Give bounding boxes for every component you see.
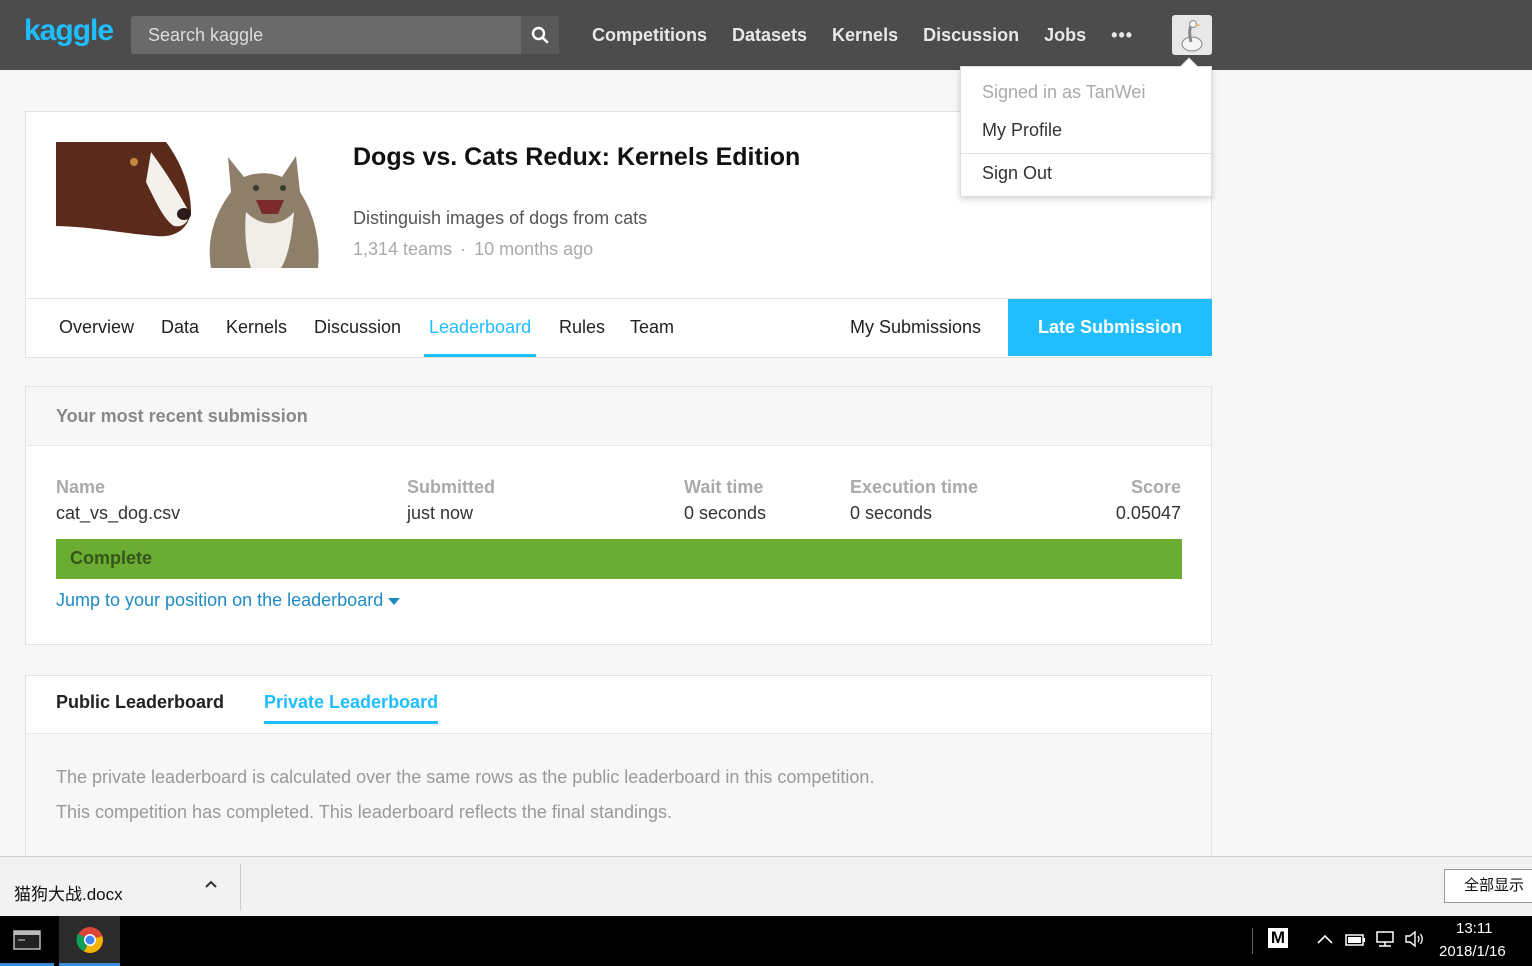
- download-bar: 猫狗大战.docx 全部显示: [0, 856, 1532, 916]
- competition-tabs: Overview Data Kernels Discussion Leaderb…: [26, 298, 1212, 357]
- top-navbar: kaggle Competitions Datasets Kernels Dis…: [0, 0, 1532, 70]
- jump-to-position-link[interactable]: Jump to your position on the leaderboard: [56, 590, 401, 611]
- recent-submission-card: Your most recent submission Name cat_vs_…: [25, 386, 1212, 645]
- tab-team[interactable]: Team: [630, 299, 674, 357]
- tab-rules[interactable]: Rules: [559, 299, 605, 357]
- tab-kernels[interactable]: Kernels: [226, 299, 287, 357]
- wait-time-header: Wait time: [684, 477, 764, 497]
- tab-data[interactable]: Data: [161, 299, 199, 357]
- kaggle-logo[interactable]: kaggle: [24, 14, 114, 48]
- tab-private-leaderboard[interactable]: Private Leaderboard: [264, 692, 439, 724]
- terminal-icon: [13, 929, 41, 950]
- submission-header: Your most recent submission: [26, 387, 1211, 446]
- taskbar-chrome[interactable]: [59, 916, 120, 966]
- file-name: cat_vs_dog.csv: [56, 503, 181, 523]
- score-header: Score: [1130, 477, 1181, 497]
- nav-discussion[interactable]: Discussion: [923, 25, 1019, 46]
- nav-competitions[interactable]: Competitions: [592, 25, 707, 46]
- nav-datasets[interactable]: Datasets: [732, 25, 807, 46]
- more-menu-icon[interactable]: •••: [1111, 25, 1133, 46]
- submission-heading: Your most recent submission: [56, 406, 308, 426]
- search-box: [131, 16, 559, 54]
- signed-in-label: Signed in as TanWei: [982, 82, 1146, 102]
- leaderboard-tabs: Public Leaderboard Private Leaderboard: [26, 676, 1211, 734]
- wait-time-value: 0 seconds: [684, 503, 767, 523]
- sign-out-link[interactable]: Sign Out: [982, 163, 1052, 184]
- caret-down-icon: [388, 597, 401, 605]
- tray-divider: [1252, 928, 1253, 954]
- battery-icon[interactable]: [1344, 930, 1366, 948]
- tab-leaderboard[interactable]: Leaderboard: [424, 299, 537, 357]
- chrome-icon: [75, 926, 103, 953]
- competition-thumbnail: [56, 142, 321, 268]
- nav-jobs[interactable]: Jobs: [1044, 25, 1086, 46]
- downloaded-file[interactable]: 猫狗大战.docx: [14, 880, 123, 905]
- clock-time[interactable]: 13:11: [1456, 920, 1492, 937]
- search-input[interactable]: [131, 16, 521, 54]
- chevron-up-tray-icon[interactable]: [1316, 930, 1334, 948]
- tab-discussion[interactable]: Discussion: [314, 299, 401, 357]
- taskbar-terminal[interactable]: [0, 916, 54, 966]
- competition-age: 10 months ago: [474, 239, 594, 259]
- chevron-up-icon[interactable]: [204, 877, 218, 891]
- leaderboard-info-line: The private leaderboard is calculated ov…: [56, 767, 875, 787]
- os-taskbar: M 13:11 2018/1/16: [0, 916, 1532, 966]
- name-header: Name: [56, 477, 106, 497]
- my-submissions-link[interactable]: My Submissions: [850, 299, 981, 357]
- show-all-button[interactable]: 全部显示: [1444, 869, 1532, 903]
- volume-icon[interactable]: [1404, 930, 1426, 948]
- competition-meta: 1,314 teams · 10 months ago: [353, 239, 593, 260]
- leaderboard-card: Public Leaderboard Private Leaderboard T…: [25, 675, 1212, 875]
- nav-kernels[interactable]: Kernels: [832, 25, 898, 46]
- search-button[interactable]: [521, 16, 559, 54]
- download-divider: [240, 864, 241, 910]
- late-submission-button[interactable]: Late Submission: [1008, 299, 1212, 356]
- execution-time-header: Execution time: [850, 477, 979, 497]
- score-value: 0.05047: [1115, 503, 1181, 523]
- execution-time-value: 0 seconds: [850, 503, 933, 523]
- network-icon[interactable]: [1374, 930, 1396, 948]
- status-label: Complete: [70, 548, 153, 568]
- user-avatar[interactable]: [1172, 15, 1212, 55]
- main-nav: Competitions Datasets Kernels Discussion…: [592, 0, 1133, 70]
- competition-title: Dogs vs. Cats Redux: Kernels Edition: [353, 143, 801, 171]
- team-count: 1,314 teams: [353, 239, 453, 259]
- status-bar: Complete: [56, 539, 1182, 579]
- clock-date[interactable]: 2018/1/16: [1439, 943, 1506, 960]
- submitted-header: Submitted: [407, 477, 495, 497]
- user-dropdown-menu: Signed in as TanWei My Profile Sign Out: [960, 57, 1212, 197]
- competition-subtitle: Distinguish images of dogs from cats: [353, 208, 648, 228]
- search-icon: [531, 26, 549, 44]
- leaderboard-final-line: This competition has completed. This lea…: [56, 802, 672, 822]
- tab-public-leaderboard[interactable]: Public Leaderboard: [56, 692, 224, 713]
- goose-avatar-icon: [1181, 20, 1203, 52]
- my-profile-link[interactable]: My Profile: [982, 120, 1062, 141]
- meta-separator: ·: [460, 239, 467, 259]
- dropdown-divider: [961, 153, 1211, 154]
- jump-link-label: Jump to your position on the leaderboard: [56, 590, 384, 610]
- submitted-value: just now: [407, 503, 474, 523]
- m-tray-icon[interactable]: M: [1268, 928, 1288, 948]
- tab-overview[interactable]: Overview: [59, 299, 134, 357]
